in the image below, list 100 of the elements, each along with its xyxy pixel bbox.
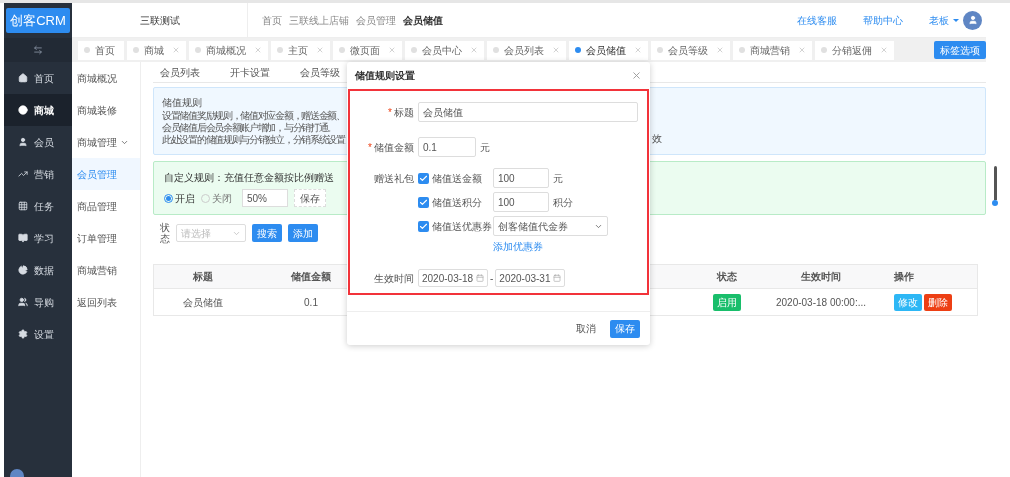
unit-label: 元 bbox=[553, 171, 563, 186]
breadcrumb-item[interactable]: 首页 bbox=[262, 12, 282, 28]
home-icon bbox=[18, 73, 28, 83]
close-icon[interactable] bbox=[316, 46, 324, 54]
ratio-field[interactable]: 50% bbox=[242, 189, 288, 207]
calendar-icon[interactable] bbox=[476, 274, 484, 282]
checkbox[interactable] bbox=[418, 172, 429, 184]
sub-sidebar-item[interactable]: 商城装修 bbox=[72, 94, 140, 126]
trend-icon bbox=[18, 169, 28, 179]
sub-tab[interactable]: 会员列表 bbox=[160, 64, 200, 80]
page-tab[interactable]: 会员列表 bbox=[487, 40, 566, 60]
info-text: 效 bbox=[652, 133, 662, 145]
cancel-button[interactable]: 取消 bbox=[574, 321, 598, 336]
table-cell-text: 会员储值 bbox=[182, 295, 224, 310]
page-tab[interactable]: 分销返佣 bbox=[815, 40, 894, 60]
collapse-icon[interactable] bbox=[33, 45, 43, 55]
page-tab[interactable]: 会员等级 bbox=[651, 40, 730, 60]
sidebar-item[interactable]: 导购 bbox=[4, 286, 72, 318]
user-name[interactable]: 老板 bbox=[929, 12, 949, 28]
checkbox[interactable] bbox=[418, 220, 429, 232]
page-tab[interactable]: 会员储值 bbox=[569, 40, 648, 60]
caret-icon[interactable] bbox=[953, 18, 959, 22]
header-link[interactable]: 帮助中心 bbox=[863, 12, 903, 28]
coupon-select[interactable]: 创客储值代金券 bbox=[493, 216, 608, 236]
radio-option[interactable]: 关闭 bbox=[201, 190, 232, 206]
page-tab[interactable]: 首页 bbox=[78, 40, 124, 60]
close-icon[interactable] bbox=[388, 46, 396, 54]
status-badge: 启用 bbox=[713, 293, 741, 311]
close-icon[interactable] bbox=[254, 46, 262, 54]
sub-tab[interactable]: 会员等级 bbox=[300, 64, 340, 80]
table-cell-text: 0.1 bbox=[303, 295, 319, 310]
close-icon[interactable] bbox=[798, 46, 806, 54]
grid-icon bbox=[18, 201, 28, 211]
column-header: 标题 bbox=[192, 270, 214, 284]
settings-icon bbox=[18, 329, 28, 339]
close-icon[interactable] bbox=[552, 46, 560, 54]
book-icon bbox=[18, 233, 28, 243]
column-header: 生效时间 bbox=[800, 270, 842, 284]
breadcrumb-item[interactable]: 三联线上店铺 bbox=[289, 12, 349, 28]
page-tab[interactable]: 微页面 bbox=[333, 40, 402, 60]
thermometer-icon bbox=[992, 166, 998, 206]
sub-sidebar-item[interactable]: 订单管理 bbox=[72, 222, 140, 254]
input-field[interactable]: 0.1 bbox=[418, 137, 476, 157]
radio-option[interactable]: 开启 bbox=[164, 190, 195, 206]
breadcrumb-item[interactable]: 会员管理 bbox=[356, 12, 396, 28]
shop-name: 三联测试 bbox=[138, 13, 181, 28]
save-button[interactable]: 保存 bbox=[294, 189, 326, 207]
sub-tab[interactable]: 开卡设置 bbox=[230, 64, 270, 80]
sidebar-item[interactable]: 商城 bbox=[4, 94, 72, 126]
avatar-icon[interactable] bbox=[963, 10, 982, 30]
sidebar-item[interactable]: 首页 bbox=[4, 62, 72, 94]
add-coupon-link[interactable]: 添加优惠券 bbox=[493, 239, 543, 254]
info-text: 设置储值奖励规则，储值对应金额，赠送金额、 bbox=[162, 110, 345, 122]
input-field[interactable]: 100 bbox=[493, 168, 549, 188]
field-label: 赠送礼包 bbox=[374, 171, 414, 186]
page-tab[interactable]: 主页 bbox=[271, 40, 330, 60]
date-separator: - bbox=[490, 271, 494, 286]
sidebar-item[interactable]: 营销 bbox=[4, 158, 72, 190]
page-tab[interactable]: 商城概况 bbox=[189, 40, 268, 60]
sidebar-item[interactable]: 数据 bbox=[4, 254, 72, 286]
delete-button[interactable]: 删除 bbox=[924, 293, 952, 311]
breadcrumb-item: 会员储值 bbox=[403, 13, 443, 28]
column-header: 状态 bbox=[715, 270, 738, 284]
sub-sidebar-item[interactable]: 商品管理 bbox=[72, 190, 140, 222]
user-icon bbox=[18, 137, 28, 147]
sidebar-item[interactable]: 学习 bbox=[4, 222, 72, 254]
close-icon[interactable] bbox=[470, 46, 478, 54]
field-label: 标题 bbox=[394, 105, 414, 120]
close-icon[interactable] bbox=[172, 46, 180, 54]
info-title: 储值规则 bbox=[162, 97, 203, 109]
checkbox[interactable] bbox=[418, 196, 429, 208]
sidebar-item[interactable]: 任务 bbox=[4, 190, 72, 222]
page-tab[interactable]: 商城营销 bbox=[733, 40, 812, 60]
close-icon[interactable] bbox=[716, 46, 724, 54]
calendar-icon[interactable] bbox=[553, 274, 562, 282]
column-header: 操作 bbox=[894, 270, 915, 284]
date-field[interactable]: 2020-03-18 bbox=[418, 269, 488, 287]
sidebar-item[interactable]: 会员 bbox=[4, 126, 72, 158]
pie-chart-icon bbox=[18, 265, 28, 275]
sub-sidebar-item[interactable]: 商城概况 bbox=[72, 62, 140, 94]
column-header: 储值金额 bbox=[290, 270, 332, 284]
page-tab[interactable]: 会员中心 bbox=[405, 40, 484, 60]
sub-sidebar-item[interactable]: 返回列表 bbox=[72, 286, 140, 318]
close-icon[interactable] bbox=[634, 46, 642, 54]
input-field[interactable]: 100 bbox=[493, 192, 549, 212]
close-icon[interactable] bbox=[880, 46, 888, 54]
input-field[interactable]: 会员储值 bbox=[418, 102, 638, 122]
required-mark: * bbox=[368, 140, 372, 155]
sub-sidebar-item[interactable]: 商城管理 bbox=[72, 126, 140, 158]
unit-label: 积分 bbox=[553, 195, 573, 210]
unit-label: 元 bbox=[480, 140, 490, 155]
rule-title: 自定义规则：充值任意金额按比例赠送 bbox=[164, 171, 334, 185]
page-tab[interactable]: 商城 bbox=[127, 40, 186, 60]
sub-sidebar-item[interactable]: 商城营销 bbox=[72, 254, 140, 286]
date-field[interactable]: 2020-03-31 bbox=[495, 269, 566, 287]
header-link[interactable]: 在线客服 bbox=[797, 12, 837, 28]
group-icon bbox=[18, 297, 28, 307]
sidebar-item[interactable]: 设置 bbox=[4, 318, 72, 350]
info-text: 会员储值后会员余额账户增加，与分销打通。 bbox=[162, 122, 336, 134]
close-icon[interactable] bbox=[631, 70, 642, 81]
